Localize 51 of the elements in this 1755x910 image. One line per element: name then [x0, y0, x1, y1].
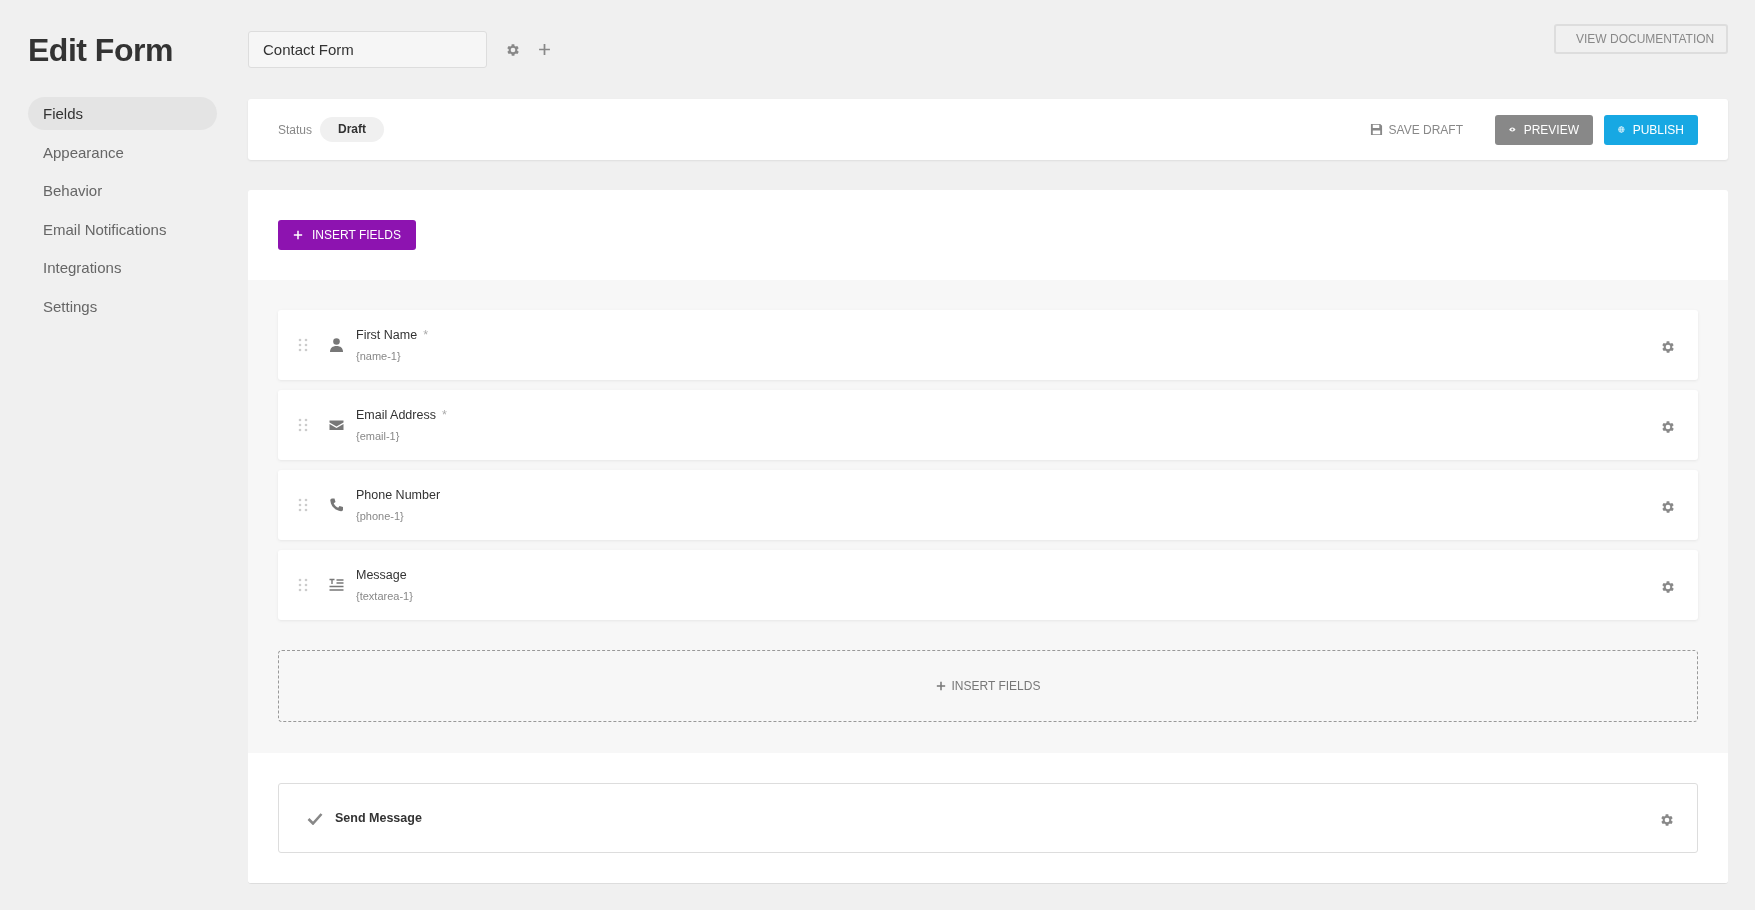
field-label: Phone Number: [356, 488, 441, 502]
drag-handle-icon[interactable]: [298, 578, 308, 592]
view-documentation-button[interactable]: VIEW DOCUMENTATION: [1554, 23, 1728, 54]
settings-icon[interactable]: [1660, 418, 1676, 435]
field-tag: {email-1}: [356, 430, 447, 442]
insert-fields-dropzone[interactable]: INSERT FIELDS: [278, 650, 1698, 722]
field-row[interactable]: Email Address * {email-1}: [278, 390, 1698, 460]
sidebar-item[interactable]: Settings: [28, 289, 217, 323]
insert-fields-button[interactable]: INSERT FIELDS: [278, 220, 416, 250]
settings-icon[interactable]: [1660, 578, 1676, 595]
dropzone-label: INSERT FIELDS: [951, 679, 1041, 693]
plus-icon: [935, 681, 946, 691]
submit-label: Send Message: [335, 811, 422, 825]
checkmark-icon: [307, 811, 323, 825]
phone-icon: [328, 497, 345, 513]
globe-icon: [1618, 123, 1625, 136]
plus-icon: [293, 230, 303, 240]
drag-handle-icon[interactable]: [298, 418, 308, 432]
settings-icon[interactable]: [505, 41, 521, 58]
person-icon: [328, 337, 345, 353]
sidebar-item[interactable]: Email Notifications: [28, 212, 217, 246]
status-label: Status: [278, 122, 313, 137]
page-title: Edit Form: [28, 32, 174, 68]
field-label: Email Address: [356, 408, 436, 422]
submit-button-row[interactable]: Send Message: [278, 783, 1698, 853]
field-row[interactable]: Message {textarea-1}: [278, 550, 1698, 620]
sidebar-item[interactable]: Integrations: [28, 251, 217, 285]
required-mark: *: [441, 408, 447, 422]
sidebar-item[interactable]: Appearance: [28, 135, 217, 169]
save-draft-button[interactable]: SAVE DRAFT: [1363, 121, 1469, 138]
settings-icon[interactable]: [1659, 811, 1675, 828]
field-tag: {name-1}: [356, 350, 428, 362]
text-lines-icon: [328, 577, 345, 593]
settings-icon[interactable]: [1660, 498, 1676, 515]
field-row[interactable]: Phone Number {phone-1}: [278, 470, 1698, 540]
drag-handle-icon[interactable]: [298, 338, 308, 352]
field-tag: {textarea-1}: [356, 590, 413, 602]
sidebar-item[interactable]: Fields: [28, 97, 217, 130]
field-row[interactable]: First Name * {name-1}: [278, 310, 1698, 380]
publish-button[interactable]: PUBLISH: [1604, 114, 1698, 145]
preview-button[interactable]: PREVIEW: [1495, 114, 1593, 145]
settings-icon[interactable]: [1660, 338, 1676, 355]
form-name-field[interactable]: Contact Form: [248, 31, 487, 68]
field-label: Message: [356, 568, 407, 582]
required-mark: *: [423, 328, 428, 342]
drag-handle-icon[interactable]: [298, 498, 308, 512]
field-label: First Name: [356, 328, 418, 342]
plus-icon[interactable]: [538, 43, 551, 56]
field-tag: {phone-1}: [356, 510, 441, 522]
status-badge: Draft: [320, 117, 385, 142]
sidebar-item[interactable]: Behavior: [28, 174, 217, 208]
